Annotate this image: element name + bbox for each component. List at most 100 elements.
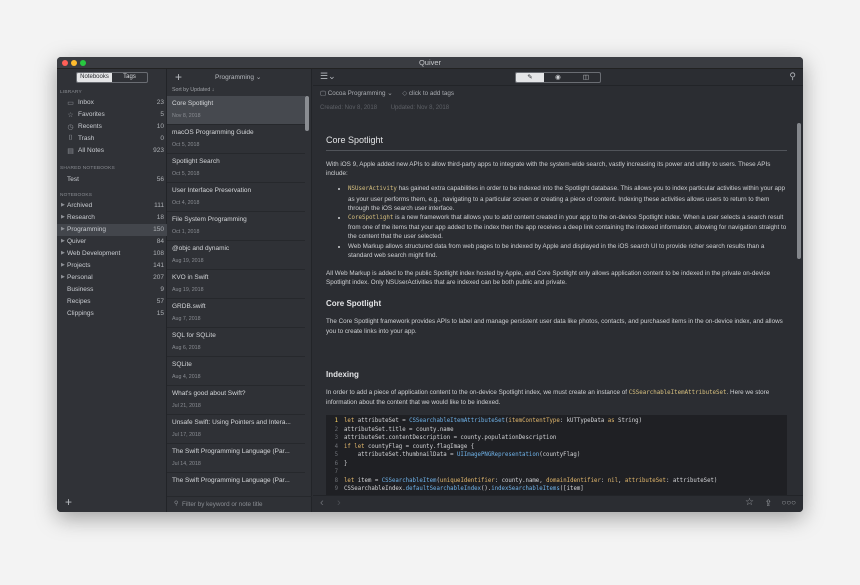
pencil-icon: ✎ [527,74,533,81]
menu-icon[interactable]: ☰⌄ [320,71,336,82]
share-icon[interactable]: ⇪ [764,498,772,509]
search-icon: ⚲ [174,501,179,507]
forward-arrow-icon[interactable]: › [337,497,341,509]
sidebar-item-label: Clippings [67,310,94,317]
note-title: User Interface Preservation [172,187,252,194]
note-list-item[interactable]: What's good about Swift? Jul 21, 2018 [167,386,305,415]
sidebar: Notebooks Tags LIBRARY ▭ Inbox 23 ☆ Favo… [57,69,167,512]
sidebar-item-personal[interactable]: ▶ Personal 207 [57,272,167,284]
notes-icon: ▤ [67,147,74,155]
add-tags-field[interactable]: click to add tags [409,90,454,97]
sort-selector[interactable]: Sort by Updated ↓ [172,87,214,93]
sidebar-item-quiver[interactable]: ▶ Quiver 84 [57,236,167,248]
eye-icon: ◉ [555,74,561,81]
sidebar-item-clippings[interactable]: Clippings 15 [57,308,167,320]
disclosure-triangle-icon[interactable]: ▶ [61,202,65,208]
sidebar-item-count: 9 [160,286,164,293]
chevron-down-icon: ⌄ [387,90,393,97]
sidebar-item-web-development[interactable]: ▶ Web Development 108 [57,248,167,260]
split-mode-button[interactable]: ◫ [572,73,600,82]
sidebar-item-favorites[interactable]: ☆ Favorites 5 [57,109,167,121]
disclosure-triangle-icon[interactable]: ▶ [61,262,65,268]
note-list-item[interactable]: The Swift Programming Language (Par... Ju… [167,444,305,473]
note-title: @objc and dynamic [172,245,230,252]
sidebar-item-test[interactable]: Test 56 [57,174,167,186]
inline-code: CSSearchableItemAttributeSet [628,389,727,396]
tab-notebooks[interactable]: Notebooks [77,73,112,82]
sidebar-item-programming[interactable]: ▶ Programming 150 [57,224,167,236]
search-icon[interactable]: ⚲ [789,71,796,82]
preview-mode-button[interactable]: ◉ [544,73,572,82]
disclosure-triangle-icon[interactable]: ▶ [61,214,65,220]
back-arrow-icon[interactable]: ‹ [320,497,324,509]
note-list-item[interactable]: Unsafe Swift: Using Pointers and Intera.… [167,415,305,444]
note-filter[interactable]: ⚲ Filter by keyword or note title [167,496,312,512]
note-date: Aug 19, 2018 [172,287,204,293]
disclosure-triangle-icon[interactable]: ▶ [61,250,65,256]
note-content[interactable]: Core Spotlight With iOS 9, Apple added n… [318,121,795,498]
sidebar-item-projects[interactable]: ▶ Projects 141 [57,260,167,272]
split-view-icon: ◫ [582,74,590,81]
note-list-item[interactable]: SQLite Aug 4, 2018 [167,357,305,386]
note-list-item[interactable]: KVO in Swift Aug 19, 2018 [167,270,305,299]
shared-heading: SHARED NOTEBOOKS [60,166,115,171]
paragraph-text: In order to add a piece of application c… [326,388,629,396]
sidebar-item-all-notes[interactable]: ▤ All Notes 923 [57,145,167,157]
view-mode-segment: ✎ ◉ ◫ [515,72,601,83]
sidebar-item-recipes[interactable]: Recipes 57 [57,296,167,308]
note-filter-input[interactable]: Filter by keyword or note title [182,501,263,508]
sidebar-item-trash[interactable]: ⌷ Trash 0 [57,133,167,145]
note-list-item[interactable]: File System Programming Oct 1, 2018 [167,212,305,241]
add-notebook-button[interactable]: + [65,495,72,509]
sidebar-item-archived[interactable]: ▶ Archived 111 [57,200,167,212]
note-list-item[interactable]: Core Spotlight Nov 8, 2018 [167,96,305,125]
line-number: 8 [334,477,338,484]
disclosure-triangle-icon[interactable]: ▶ [61,238,65,244]
notebook-selector[interactable]: Programming ⌄ [215,73,261,81]
library-heading: LIBRARY [60,90,82,95]
sidebar-item-label: Programming [67,226,107,233]
note-list-item[interactable]: The Swift Programming Language (Par... [167,473,305,496]
sidebar-item-research[interactable]: ▶ Research 18 [57,212,167,224]
editor-scrollbar[interactable] [797,123,801,259]
sidebar-item-label: Quiver [67,238,87,245]
sidebar-item-label: Business [67,286,94,293]
note-list-item[interactable]: @objc and dynamic Aug 19, 2018 [167,241,305,270]
web-markup-paragraph: All Web Markup is added to the public Sp… [326,270,771,287]
note-list-item[interactable]: User Interface Preservation Oct 4, 2018 [167,183,305,212]
note-date: Oct 1, 2018 [172,229,200,235]
code-line: 2 attributeSet.title = county.name [326,426,787,435]
sidebar-item-recents[interactable]: ◷ Recents 10 [57,121,167,133]
note-date: Jul 14, 2018 [172,461,201,467]
sidebar-item-label: Personal [67,274,93,281]
code-block[interactable]: 1 let attributeSet = CSSearchableItemAttr… [326,415,787,496]
sidebar-item-count: 84 [156,238,164,245]
sidebar-item-count: 207 [153,274,164,281]
tab-tags[interactable]: Tags [112,73,147,82]
disclosure-triangle-icon[interactable]: ▶ [61,226,65,232]
sidebar-item-count: 150 [153,226,164,233]
list-item: CoreSpotlight is a new framework that al… [348,213,787,242]
inline-code: CoreSpotlight [348,215,394,222]
new-note-button[interactable]: + [175,70,182,84]
note-list-item[interactable]: Spotlight Search Oct 5, 2018 [167,154,305,183]
note-title: The Swift Programming Language (Par... [172,448,290,455]
note-notebook-selector[interactable]: Cocoa Programming [328,90,386,97]
sidebar-item-label: Recents [78,123,102,130]
note-title: Core Spotlight [172,100,214,107]
note-list-item[interactable]: macOS Programming Guide Oct 5, 2018 [167,125,305,154]
more-options-icon[interactable]: ○○○ [782,498,797,507]
note-list-scrollbar[interactable] [305,96,309,131]
api-list: NSUserActivity has gained extra capabili… [348,184,787,260]
sidebar-item-business[interactable]: Business 9 [57,284,167,296]
note-title: What's good about Swift? [172,390,246,397]
edit-mode-button[interactable]: ✎ [516,73,544,82]
note-title: SQLite [172,361,192,368]
favorite-star-icon[interactable]: ☆ [745,497,754,508]
note-title: SQL for SQLite [172,332,216,339]
note-list-item[interactable]: SQL for SQLite Aug 6, 2018 [167,328,305,357]
disclosure-triangle-icon[interactable]: ▶ [61,274,65,280]
sidebar-item-inbox[interactable]: ▭ Inbox 23 [57,97,167,109]
code-line: 4 if let countyFlag = county.flagImage { [326,443,787,452]
note-list-item[interactable]: GRDB.swift Aug 7, 2018 [167,299,305,328]
